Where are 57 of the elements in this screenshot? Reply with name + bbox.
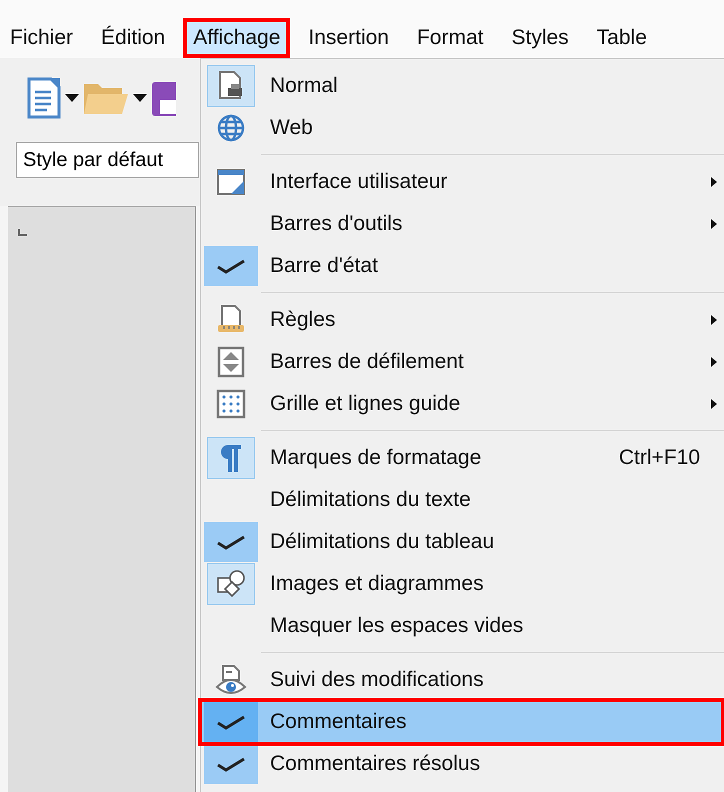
corner-mark-icon bbox=[18, 229, 27, 236]
menu-item-row[interactable]: Images et diagrammes bbox=[201, 563, 722, 605]
menu-item-label[interactable]: Images et diagrammes bbox=[270, 572, 722, 596]
submenu-arrow-icon bbox=[710, 218, 718, 230]
window-icon bbox=[215, 167, 247, 197]
menu-item-label[interactable]: Règles bbox=[270, 308, 710, 332]
menu-item-row[interactable]: Règles bbox=[201, 299, 722, 341]
menu-item-label[interactable]: Normal bbox=[270, 74, 722, 98]
submenu-arrow-icon bbox=[710, 356, 718, 368]
document-icon[interactable] bbox=[26, 76, 62, 120]
menu-bar-item[interactable]: Table bbox=[586, 18, 657, 58]
grid-icon bbox=[215, 388, 247, 420]
menu-item-row[interactable]: Suivi des modifications bbox=[201, 659, 722, 701]
menu-item-row[interactable]: Délimitations du texte bbox=[201, 479, 722, 521]
menu-item-row[interactable]: Délimitations du tableau bbox=[201, 521, 722, 563]
menu-item-row[interactable]: Barres de défilement bbox=[201, 341, 722, 383]
menu-bar-item[interactable]: Styles bbox=[501, 18, 579, 58]
menu-item-row[interactable]: Barre d'état bbox=[201, 245, 722, 287]
menu-item-label[interactable]: Masquer les espaces vides bbox=[270, 614, 722, 638]
globe-icon bbox=[216, 113, 246, 143]
shapes-icon bbox=[215, 568, 247, 600]
menu-item-row[interactable]: Normal bbox=[201, 65, 722, 107]
menu-item-label[interactable]: Commentaires résolus bbox=[270, 752, 722, 776]
menu-item-label[interactable]: Barres d'outils bbox=[270, 212, 710, 236]
menu-item-label[interactable]: Barres de défilement bbox=[270, 350, 710, 374]
menu-item-label[interactable]: Web bbox=[270, 116, 722, 140]
eye-icon bbox=[215, 664, 247, 696]
dropdown-arrow-icon[interactable] bbox=[64, 93, 80, 103]
menu-item-row[interactable]: Web bbox=[201, 107, 722, 149]
menu-bar-item[interactable]: Insertion bbox=[298, 18, 399, 58]
menu-item-row[interactable]: Commentaires bbox=[201, 701, 722, 743]
menu-item-row[interactable]: Marques de formatage Ctrl+F10 bbox=[201, 437, 722, 479]
shortcut-label: Ctrl+F10 bbox=[618, 446, 700, 470]
submenu-arrow-icon bbox=[710, 314, 718, 326]
menu-item-label[interactable]: Commentaires bbox=[270, 710, 722, 734]
menu-item-label[interactable]: Grille et lignes guide bbox=[270, 392, 710, 416]
scrollbar-icon bbox=[216, 346, 246, 378]
menu-item-label[interactable]: Suivi des modifications bbox=[270, 668, 722, 692]
menu-bar-item[interactable]: Édition bbox=[91, 18, 176, 58]
menu-item-label[interactable]: Interface utilisateur bbox=[270, 170, 710, 194]
menu-bar-item[interactable]: Affichage bbox=[183, 18, 290, 58]
submenu-arrow-icon bbox=[710, 398, 718, 410]
menu-bar-item[interactable]: Format bbox=[406, 18, 494, 58]
menu-item-row[interactable]: Interface utilisateur bbox=[201, 161, 722, 203]
menu-bar-item[interactable]: Fichier bbox=[0, 18, 84, 58]
menu-item-label[interactable]: Barre d'état bbox=[270, 254, 722, 278]
dropdown-arrow-icon[interactable] bbox=[132, 93, 148, 103]
pilcrow-icon bbox=[218, 442, 244, 474]
menu-item-label[interactable]: Marques de formatage bbox=[270, 446, 619, 470]
menu-item-label[interactable]: Délimitations du texte bbox=[270, 488, 722, 512]
menu-item-row[interactable]: Masquer les espaces vides bbox=[201, 605, 722, 647]
menu-item-row[interactable]: Commentaires résolus bbox=[201, 743, 722, 785]
menu-item-label[interactable]: Délimitations du tableau bbox=[270, 530, 722, 554]
submenu-arrow-icon bbox=[710, 176, 718, 188]
paragraph-style-field[interactable]: Style par défaut bbox=[16, 142, 199, 178]
menu-item-row[interactable]: Grille et lignes guide bbox=[201, 383, 722, 425]
menu-item-row[interactable]: Barres d'outils bbox=[201, 203, 722, 245]
